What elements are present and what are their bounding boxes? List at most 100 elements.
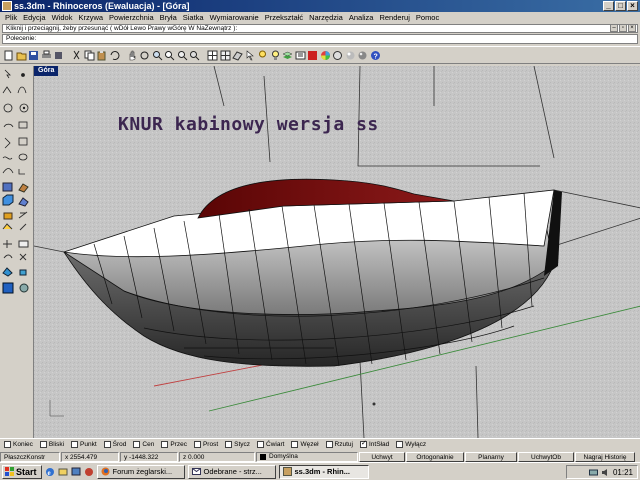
close-button[interactable]: × [627, 1, 638, 11]
layer-icon[interactable] [282, 50, 293, 61]
menu-renderuj[interactable]: Renderuj [376, 12, 412, 23]
osnap-cen[interactable]: Cen [133, 441, 154, 448]
menu-przeksztalc[interactable]: Przekształć [262, 12, 306, 23]
osnap-intslad-checkbox[interactable] [359, 439, 367, 448]
top-viewport[interactable]: KNUR kabinowy wersja ss [33, 66, 640, 438]
menu-analiza[interactable]: Analiza [346, 12, 377, 23]
osnap-przec-checkbox[interactable] [161, 441, 169, 448]
options-icon[interactable] [307, 50, 318, 61]
maximize-button[interactable]: □ [615, 1, 626, 11]
pan-hand-icon[interactable] [127, 50, 138, 61]
zoom-dynamic-icon[interactable] [152, 50, 163, 61]
osnap-bliski[interactable]: Bliski [39, 441, 64, 448]
tray-volume-icon[interactable] [601, 468, 610, 477]
zoom-window-icon[interactable] [164, 50, 175, 61]
osnap-prost[interactable]: Prost [193, 441, 218, 448]
save-small-icon[interactable] [53, 50, 64, 61]
properties-icon[interactable] [295, 50, 306, 61]
cplane-icon[interactable] [232, 50, 243, 61]
osnap-srod-checkbox[interactable] [103, 441, 111, 448]
rendered-sphere-icon[interactable] [357, 50, 368, 61]
open-file-icon[interactable] [16, 50, 27, 61]
paste-icon[interactable] [96, 50, 107, 61]
rotate-view-icon[interactable] [139, 50, 150, 61]
start-button[interactable]: Start [2, 464, 42, 479]
copy-icon[interactable] [84, 50, 95, 61]
cut-icon[interactable] [71, 50, 82, 61]
render-icon[interactable] [332, 50, 343, 61]
osnap-rzutuj[interactable]: Rzutuj [325, 441, 353, 448]
quicklaunch-desktop-icon[interactable] [71, 467, 81, 477]
status-layer[interactable]: Domyślna [256, 451, 358, 462]
osnap-cwiart[interactable]: Ćwiart [257, 441, 284, 448]
standard-toolbar: ? [0, 46, 640, 64]
task-odebrane[interactable]: Odebrane - strz... [187, 464, 276, 479]
osnap-rzutuj-checkbox[interactable] [325, 441, 333, 448]
grid-icon[interactable] [207, 50, 218, 61]
four-viewports-icon[interactable] [220, 50, 231, 61]
status-history-button[interactable]: Nagraj Historię [575, 451, 635, 462]
menu-widok[interactable]: Widok [49, 12, 76, 23]
status-osnap-button[interactable]: UchwytOb [518, 451, 574, 462]
window-titlebar[interactable]: ss.3dm - Rhinoceros (Ewaluacja) - [Góra]… [0, 0, 640, 12]
command-close-button[interactable]: × [628, 24, 636, 32]
status-snap-button[interactable]: Uchwyt [359, 451, 405, 462]
select-all-icon[interactable] [245, 49, 256, 61]
menu-plik[interactable]: Plik [2, 12, 20, 23]
osnap-wylacz[interactable]: Wyłącz [396, 441, 426, 448]
command-input[interactable]: Polecenie: [2, 34, 638, 44]
color-wheel-icon[interactable] [320, 50, 331, 61]
menu-edycja[interactable]: Edycja [20, 12, 49, 23]
osnap-intslad[interactable]: IntSład [359, 439, 389, 448]
quicklaunch-media-icon[interactable] [84, 467, 94, 477]
task-forum[interactable]: Forum żeglarski... [96, 464, 185, 479]
menu-krzywa[interactable]: Krzywa [75, 12, 106, 23]
osnap-przec[interactable]: Przec [161, 441, 187, 448]
menu-powierzchnia[interactable]: Powierzchnia [106, 12, 157, 23]
osnap-srod[interactable]: Środ [103, 441, 126, 448]
rhino-app-icon[interactable] [2, 1, 12, 11]
status-ortho-button[interactable]: Ortogonalnie [406, 451, 464, 462]
menu-pomoc[interactable]: Pomoc [413, 12, 442, 23]
tray-clock[interactable]: 01:21 [613, 468, 633, 477]
command-restore-button[interactable]: ▫ [619, 24, 627, 32]
osnap-stycz-checkbox[interactable] [225, 441, 233, 448]
osnap-stycz[interactable]: Stycz [225, 441, 250, 448]
menu-wymiarowanie[interactable]: Wymiarowanie [207, 12, 262, 23]
lights-icon[interactable] [257, 50, 268, 61]
shaded-sphere-icon[interactable] [345, 50, 356, 61]
osnap-wezel[interactable]: Węzeł [291, 441, 319, 448]
quicklaunch-ie-icon[interactable]: e [45, 467, 55, 477]
save-icon[interactable] [28, 50, 39, 61]
help-icon[interactable]: ? [370, 50, 381, 61]
quicklaunch-outlook-icon[interactable] [58, 467, 68, 477]
osnap-punkt[interactable]: Punkt [71, 441, 97, 448]
menu-siatka[interactable]: Siatka [180, 12, 207, 23]
status-planar-button[interactable]: Planarny [465, 451, 517, 462]
command-minimize-button[interactable]: – [610, 24, 618, 32]
osnap-prost-checkbox[interactable] [193, 441, 201, 448]
osnap-koniec[interactable]: Koniec [4, 441, 33, 448]
zoom-extents-icon[interactable] [177, 50, 188, 61]
zoom-selected-icon[interactable] [189, 50, 200, 61]
osnap-bliski-checkbox[interactable] [39, 441, 47, 448]
minimize-button[interactable]: _ [603, 1, 614, 11]
osnap-cen-checkbox[interactable] [133, 441, 141, 448]
new-file-icon[interactable] [3, 50, 14, 61]
osnap-cwiart-checkbox[interactable] [257, 441, 265, 448]
osnap-punkt-checkbox[interactable] [71, 441, 79, 448]
menu-bryla[interactable]: Bryła [157, 12, 180, 23]
tray-network-icon[interactable] [588, 468, 598, 477]
osnap-wylacz-checkbox[interactable] [396, 441, 404, 448]
point-icon [21, 73, 25, 77]
print-icon[interactable] [41, 50, 52, 61]
explode-icon [2, 267, 13, 277]
task-rhino[interactable]: ss.3dm - Rhin... [278, 464, 369, 479]
light-bulb-icon[interactable] [270, 50, 281, 61]
viewport-tab-gora[interactable]: Góra [34, 66, 59, 76]
menu-narzedzia[interactable]: Narzędzia [306, 12, 346, 23]
osnap-wezel-checkbox[interactable] [291, 441, 299, 448]
undo-icon[interactable] [109, 50, 120, 61]
osnap-koniec-checkbox[interactable] [4, 441, 11, 448]
tool-icons[interactable] [0, 66, 32, 302]
